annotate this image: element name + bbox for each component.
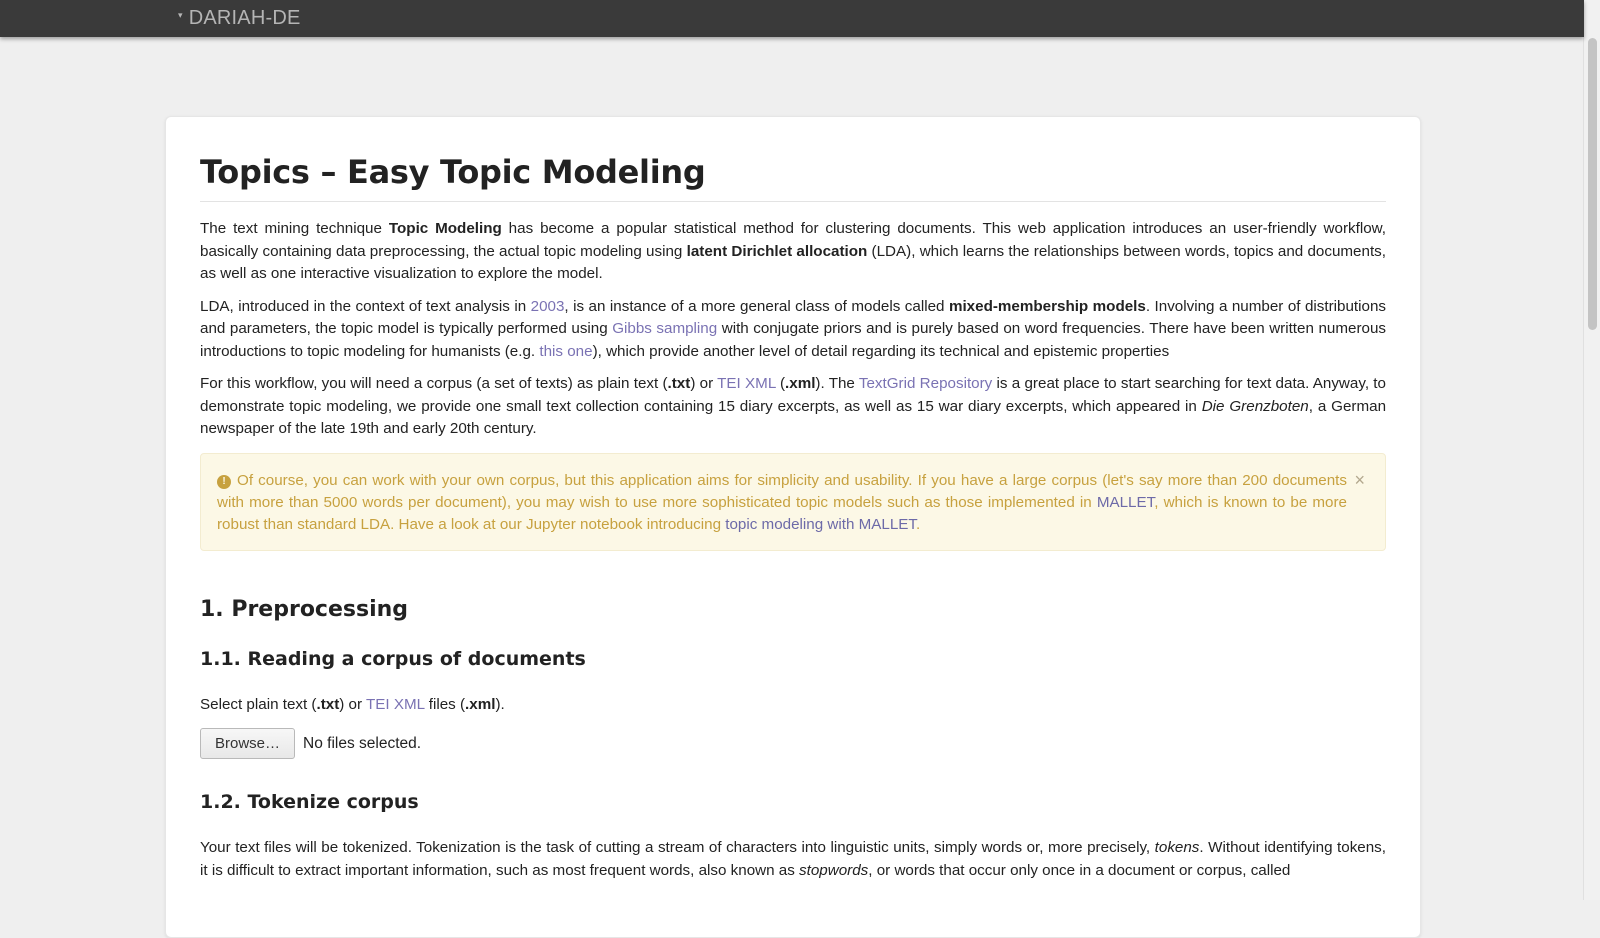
link-topic-modeling-with-mallet[interactable]: topic modeling with MALLET: [725, 516, 916, 533]
link-gibbs-sampling[interactable]: Gibbs sampling: [612, 320, 717, 337]
close-icon[interactable]: ×: [1354, 469, 1365, 491]
top-navbar: ▾ DARIAH-DE: [0, 0, 1584, 37]
page-scrollbar[interactable]: [1583, 0, 1600, 900]
link-this-one[interactable]: this one: [539, 343, 592, 360]
intro-paragraph-2: LDA, introduced in the context of text a…: [200, 297, 1386, 360]
select-files-instruction: Select plain text (.txt) or TEI XML file…: [200, 695, 505, 713]
intro-paragraph-3: For this workflow, you will need a corpu…: [200, 375, 1387, 437]
link-tei-xml[interactable]: TEI XML: [717, 375, 776, 392]
link-textgrid-repository[interactable]: TextGrid Repository: [859, 375, 992, 392]
scrollbar-thumb[interactable]: [1588, 38, 1597, 330]
content-card: Topics – Easy Topic Modeling The text mi…: [165, 116, 1421, 938]
link-mallet[interactable]: MALLET: [1097, 494, 1154, 511]
section-heading-tokenize: 1.2. Tokenize corpus: [200, 791, 419, 813]
section-heading-preprocessing: 1. Preprocessing: [200, 596, 409, 622]
file-status-text: No files selected.: [303, 734, 422, 752]
exclamation-circle-icon: !: [217, 474, 231, 489]
page-title: Topics – Easy Topic Modeling: [200, 153, 1386, 202]
link-2003[interactable]: 2003: [531, 298, 565, 315]
link-tei-xml-files[interactable]: TEI XML: [366, 696, 425, 713]
file-input: Browse… No files selected.: [200, 728, 1386, 759]
tokenize-paragraph: Your text files will be tokenized. Token…: [200, 839, 1386, 879]
warning-alert: ! Of course, you can work with your own c…: [200, 452, 1386, 551]
section-heading-reading-corpus: 1.1. Reading a corpus of documents: [200, 647, 586, 670]
caret-down-icon: ▾: [178, 10, 183, 20]
brand-label: DARIAH-DE: [188, 7, 301, 29]
browse-button[interactable]: Browse…: [200, 728, 296, 759]
intro-paragraph-1: The text mining technique Topic Modeling…: [200, 220, 1386, 282]
brand-menu[interactable]: ▾ DARIAH-DE: [178, 7, 301, 30]
